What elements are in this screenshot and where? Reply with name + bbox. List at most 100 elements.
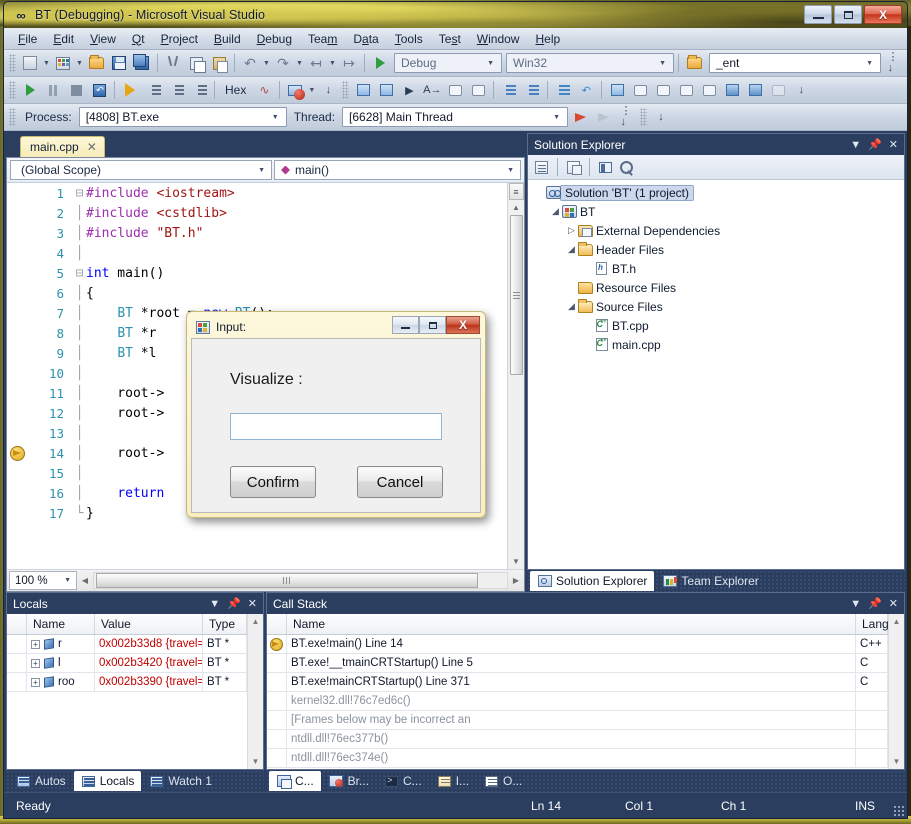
- pin-icon[interactable]: 📌: [227, 597, 241, 610]
- tree-expander-icon[interactable]: ◢: [550, 206, 561, 217]
- tree-expander-icon[interactable]: ▷: [566, 225, 577, 236]
- menu-data[interactable]: Data: [345, 30, 386, 48]
- menu-file[interactable]: File: [10, 30, 45, 48]
- close-icon[interactable]: ✕: [889, 138, 898, 151]
- cursor-icon[interactable]: ▶: [398, 79, 420, 101]
- navigate-backward-dropdown-icon[interactable]: ▼: [328, 52, 337, 74]
- flag-gray-icon[interactable]: [592, 106, 614, 128]
- fold-indicator[interactable]: │: [73, 406, 86, 421]
- configuration-combo[interactable]: Debug ▼: [394, 53, 502, 73]
- scroll-down-icon[interactable]: ▼: [889, 754, 905, 769]
- confirm-button[interactable]: Confirm: [230, 466, 316, 498]
- tab-locals[interactable]: Locals: [73, 771, 142, 791]
- menu-team[interactable]: Team: [300, 30, 345, 48]
- paste-icon[interactable]: [208, 52, 230, 74]
- threads-icon[interactable]: ∿: [253, 79, 275, 101]
- tree-item[interactable]: main.cpp: [528, 335, 904, 354]
- toolbar-overflow-icon[interactable]: ⋮ ↓: [882, 52, 904, 74]
- tree-item[interactable]: BT.h: [528, 259, 904, 278]
- chevron-down-icon[interactable]: ▼: [209, 598, 220, 610]
- highlight-icon[interactable]: A→: [421, 79, 443, 101]
- navigate-forward-icon[interactable]: ↦: [338, 52, 360, 74]
- close-icon[interactable]: ✕: [87, 140, 97, 154]
- table-row[interactable]: BT.exe!__tmainCRTStartup() Line 5C: [267, 654, 888, 673]
- expand-icon[interactable]: +: [31, 658, 40, 668]
- tab-i[interactable]: I...: [430, 771, 476, 791]
- table-row[interactable]: + roo 0x002b3390 {travel=fa BT *: [7, 673, 247, 692]
- menu-build[interactable]: Build: [206, 30, 249, 48]
- chevron-down-icon[interactable]: ▼: [850, 598, 861, 610]
- scroll-down-icon[interactable]: ▼: [248, 754, 264, 769]
- previous-bookmark-folder-icon[interactable]: [675, 79, 697, 101]
- new-window-dropdown-icon[interactable]: ▼: [75, 52, 84, 74]
- menu-tools[interactable]: Tools: [387, 30, 431, 48]
- toolbar-overflow-icon[interactable]: ↓: [790, 79, 812, 101]
- fold-indicator[interactable]: │: [73, 246, 86, 261]
- toggle-bookmark-icon[interactable]: [606, 79, 628, 101]
- comment-icon[interactable]: [444, 79, 466, 101]
- toolbar-grip[interactable]: [9, 54, 16, 72]
- editor-gutter[interactable]: [7, 183, 27, 569]
- restart-icon[interactable]: ↶: [88, 79, 110, 101]
- locals-scrollbar[interactable]: ▲ ▼: [247, 614, 263, 769]
- next-bookmark-icon[interactable]: [652, 79, 674, 101]
- menu-project[interactable]: Project: [153, 30, 206, 48]
- process-combo[interactable]: [4808] BT.exe ▼: [78, 107, 287, 127]
- horizontal-scroll-track[interactable]: [93, 572, 508, 589]
- toggle-all-outlining-icon[interactable]: [552, 79, 574, 101]
- scroll-thumb[interactable]: [509, 215, 523, 375]
- table-row[interactable]: BT.exe!mainCRTStartup() Line 371 C: [267, 673, 888, 692]
- stack-frame-icon[interactable]: ⋮ ↓: [615, 106, 637, 128]
- tab-c[interactable]: C...: [269, 771, 321, 791]
- member-combo[interactable]: main() ▼: [274, 160, 521, 180]
- horizontal-scroll-thumb[interactable]: [96, 573, 478, 588]
- fold-indicator[interactable]: │: [73, 286, 86, 301]
- menu-qt[interactable]: Qt: [124, 30, 153, 48]
- tab-c[interactable]: C...: [377, 771, 429, 791]
- flag-red-icon[interactable]: [569, 106, 591, 128]
- display-line-numbers-icon[interactable]: [352, 79, 374, 101]
- solution-tree[interactable]: Solution 'BT' (1 project) ◢ BT ▷ External De…: [528, 180, 904, 569]
- table-row[interactable]: + l 0x002b3420 {travel=fa BT *: [7, 654, 247, 673]
- table-row[interactable]: ntdll.dll!76ec374e(): [267, 749, 888, 768]
- fold-indicator[interactable]: │: [73, 226, 86, 241]
- search-icon[interactable]: [618, 159, 635, 175]
- fold-indicator[interactable]: ⊟: [73, 266, 86, 281]
- close-icon[interactable]: ✕: [889, 597, 898, 610]
- tab-watch-1[interactable]: Watch 1: [142, 771, 219, 791]
- menu-window[interactable]: Window: [469, 30, 528, 48]
- expand-icon[interactable]: +: [31, 639, 40, 649]
- stop-outlining-icon[interactable]: ↶: [575, 79, 597, 101]
- find-combo[interactable]: _ent ▼: [709, 53, 881, 73]
- pin-icon[interactable]: 📌: [868, 138, 882, 151]
- increase-indent-icon[interactable]: [521, 79, 543, 101]
- tree-expander-icon[interactable]: ◢: [566, 244, 577, 255]
- menu-view[interactable]: View: [82, 30, 124, 48]
- column-header[interactable]: Value: [95, 614, 203, 634]
- tree-item[interactable]: Solution 'BT' (1 project): [528, 183, 904, 202]
- tree-item[interactable]: ◢ Source Files: [528, 297, 904, 316]
- column-header[interactable]: Type: [203, 614, 247, 634]
- dialog-minimize-button[interactable]: [392, 316, 419, 334]
- redo-dropdown-icon[interactable]: ▼: [295, 52, 304, 74]
- table-row[interactable]: [Frames below may be incorrect an: [267, 711, 888, 730]
- editor-vertical-scrollbar[interactable]: ≡ ▲ ▼: [507, 183, 524, 569]
- fold-indicator[interactable]: │: [73, 426, 86, 441]
- breakpoint-window-icon[interactable]: [284, 79, 306, 101]
- new-project-icon[interactable]: [19, 52, 41, 74]
- maximize-button[interactable]: [834, 5, 862, 24]
- cancel-button[interactable]: Cancel: [357, 466, 443, 498]
- column-header[interactable]: Name: [287, 614, 856, 634]
- tab-o[interactable]: O...: [477, 771, 529, 791]
- scope-combo[interactable]: (Global Scope) ▼: [10, 160, 272, 180]
- previous-bookmark-icon[interactable]: [629, 79, 651, 101]
- column-header[interactable]: Name: [27, 614, 95, 634]
- menu-edit[interactable]: Edit: [45, 30, 82, 48]
- redo-icon[interactable]: ↷: [272, 52, 294, 74]
- undo-dropdown-icon[interactable]: ▼: [262, 52, 271, 74]
- next-in-document-icon[interactable]: [744, 79, 766, 101]
- tree-item[interactable]: ◢ BT: [528, 202, 904, 221]
- toolbar-grip[interactable]: [342, 81, 350, 99]
- tab-br[interactable]: Br...: [322, 771, 376, 791]
- pin-icon[interactable]: 📌: [868, 597, 882, 610]
